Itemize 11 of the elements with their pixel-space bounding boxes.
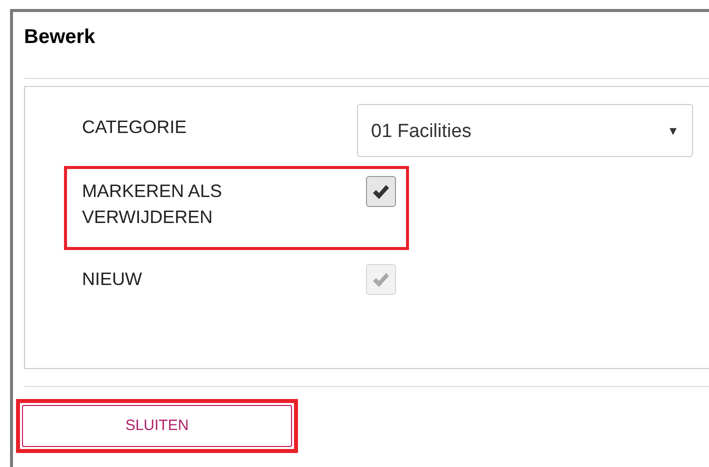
dialog-title: Bewerk (24, 25, 96, 50)
checkbox[interactable] (366, 176, 396, 207)
field-label: CATEGORIE (82, 116, 188, 139)
check-icon (372, 184, 390, 200)
dropdown-arrow: ▼ (667, 122, 679, 140)
close-button[interactable]: SLUITEN (22, 405, 292, 447)
check-icon (372, 272, 390, 288)
field-label: NIEUW (82, 268, 143, 291)
select-value: 01 Facilities (371, 120, 472, 144)
category-select[interactable]: 01 Facilities ▼ (357, 104, 693, 157)
field-label: MARKEREN ALS VERWIJDEREN (82, 180, 224, 229)
